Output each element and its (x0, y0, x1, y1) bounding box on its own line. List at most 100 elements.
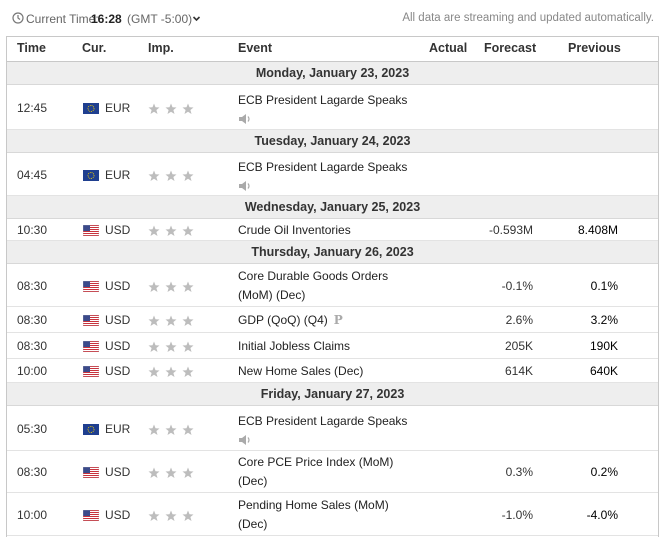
table-row[interactable]: 12:45 EUR ECB President Lagarde Speaks (7, 85, 658, 130)
event-time: 05:30 (17, 422, 48, 436)
eu-flag-icon (83, 424, 99, 435)
table-row[interactable]: 10:00 USD New Home Sales (Dec) 614K 640K (7, 359, 658, 383)
star-icon (165, 225, 177, 236)
star-icon (165, 315, 177, 326)
table-row[interactable]: 08:30 USD Core PCE Price Index (MoM) (Dec) 0… (7, 451, 658, 493)
event-name[interactable]: ECB President Lagarde Speaks (238, 412, 407, 446)
event-name[interactable]: Initial Jobless Claims (238, 337, 350, 356)
importance-stars (148, 467, 194, 478)
col-header-previous[interactable]: Previous (568, 41, 621, 55)
col-header-time[interactable]: Time (17, 41, 46, 55)
col-header-event[interactable]: Event (238, 41, 272, 55)
us-flag-icon (83, 225, 99, 236)
table-row[interactable]: 04:45 EUR ECB President Lagarde Speaks (7, 153, 658, 196)
currency-code: USD (105, 223, 131, 237)
previous-value: -4.0% (586, 508, 618, 522)
forecast-value: 205K (504, 339, 533, 353)
importance-stars (148, 170, 194, 181)
table-row[interactable]: 08:30 USD Initial Jobless Claims 205K 190K (7, 333, 658, 359)
timezone-selector[interactable]: (GMT -5:00) (127, 12, 192, 26)
event-name[interactable]: ECB President Lagarde Speaks (238, 91, 407, 125)
event-name-line: Pending Home Sales (MoM) (238, 498, 389, 512)
event-name-line: ECB President Lagarde Speaks (238, 160, 408, 174)
table-row[interactable]: 10:00 USD Pending Home Sales (MoM) (Dec) -1.… (7, 493, 658, 536)
chevron-down-icon[interactable] (192, 14, 201, 23)
star-icon (182, 366, 194, 377)
current-time-label: Current Time: (26, 12, 99, 26)
event-name[interactable]: GDP (QoQ) (Q4) P (238, 311, 343, 330)
star-icon (148, 366, 160, 377)
event-name[interactable]: ECB President Lagarde Speaks (238, 158, 407, 192)
forecast-value: -0.1% (501, 279, 533, 293)
col-header-importance[interactable]: Imp. (148, 41, 174, 55)
currency-code: USD (105, 465, 131, 479)
speaker-icon[interactable] (238, 434, 252, 446)
star-icon (165, 103, 177, 114)
importance-stars (148, 424, 194, 435)
currency-code: USD (105, 313, 131, 327)
event-time: 12:45 (17, 101, 48, 115)
col-header-actual[interactable]: Actual (429, 41, 467, 55)
day-header: Monday, January 23, 2023 (7, 62, 658, 85)
currency-code: USD (105, 364, 131, 378)
day-header: Wednesday, January 25, 2023 (7, 196, 658, 219)
day-header: Tuesday, January 24, 2023 (7, 130, 658, 153)
event-name[interactable]: Core Durable Goods Orders (MoM) (Dec) (238, 267, 388, 305)
event-time: 04:45 (17, 168, 48, 182)
importance-stars (148, 341, 194, 352)
speaker-icon[interactable] (238, 113, 252, 125)
star-icon (165, 366, 177, 377)
event-time: 08:30 (17, 313, 48, 327)
table-row[interactable]: 05:30 EUR ECB President Lagarde Speaks (7, 406, 658, 451)
eu-flag-icon (83, 103, 99, 114)
previous-value: 0.1% (590, 279, 618, 293)
star-icon (148, 467, 160, 478)
previous-value: 640K (589, 364, 618, 378)
event-name-line: (MoM) (Dec) (238, 288, 306, 302)
us-flag-icon (83, 366, 99, 377)
event-name[interactable]: Core PCE Price Index (MoM) (Dec) (238, 453, 393, 491)
currency-code: EUR (105, 101, 131, 115)
star-icon (165, 424, 177, 435)
currency-code: USD (105, 339, 131, 353)
speaker-icon[interactable] (238, 180, 252, 192)
importance-stars (148, 510, 194, 521)
star-icon (182, 424, 194, 435)
table-row[interactable]: 08:30 USD GDP (QoQ) (Q4) P 2.6% 3.2% (7, 307, 658, 333)
forecast-value: -1.0% (501, 508, 533, 522)
event-name-line: ECB President Lagarde Speaks (238, 414, 408, 428)
forecast-value: -0.593M (488, 223, 533, 237)
event-name-line: Crude Oil Inventories (238, 223, 351, 237)
event-name-line: Core Durable Goods Orders (238, 269, 389, 283)
top-bar: Current Time: 16:28 (GMT -5:00) All data… (0, 0, 671, 36)
star-icon (165, 170, 177, 181)
event-name[interactable]: New Home Sales (Dec) (238, 362, 363, 381)
currency-code: EUR (105, 422, 131, 436)
importance-stars (148, 281, 194, 292)
us-flag-icon (83, 281, 99, 292)
event-time: 10:00 (17, 364, 48, 378)
event-name-line: (Dec) (238, 474, 268, 488)
star-icon (165, 341, 177, 352)
event-time: 08:30 (17, 279, 48, 293)
star-icon (182, 510, 194, 521)
forecast-value: 0.3% (505, 465, 533, 479)
currency-code: EUR (105, 168, 131, 182)
event-name[interactable]: Pending Home Sales (MoM) (Dec) (238, 496, 389, 534)
col-header-currency[interactable]: Cur. (82, 41, 106, 55)
star-icon (148, 341, 160, 352)
day-header: Thursday, January 26, 2023 (7, 241, 658, 264)
table-row[interactable]: 08:30 USD Core Durable Goods Orders (MoM) (… (7, 264, 658, 307)
star-icon (148, 315, 160, 326)
eu-flag-icon (83, 170, 99, 181)
event-name[interactable]: Crude Oil Inventories (238, 221, 351, 240)
current-time-value: 16:28 (91, 12, 122, 26)
table-row[interactable]: 10:30 USD Crude Oil Inventories -0.593M 8.40… (7, 219, 658, 241)
event-name-line: GDP (QoQ) (Q4) P (238, 313, 343, 327)
star-icon (182, 225, 194, 236)
col-header-forecast[interactable]: Forecast (484, 41, 536, 55)
previous-value: 8.408M (577, 223, 618, 237)
event-time: 08:30 (17, 465, 48, 479)
star-icon (165, 510, 177, 521)
previous-value: 190K (589, 339, 618, 353)
